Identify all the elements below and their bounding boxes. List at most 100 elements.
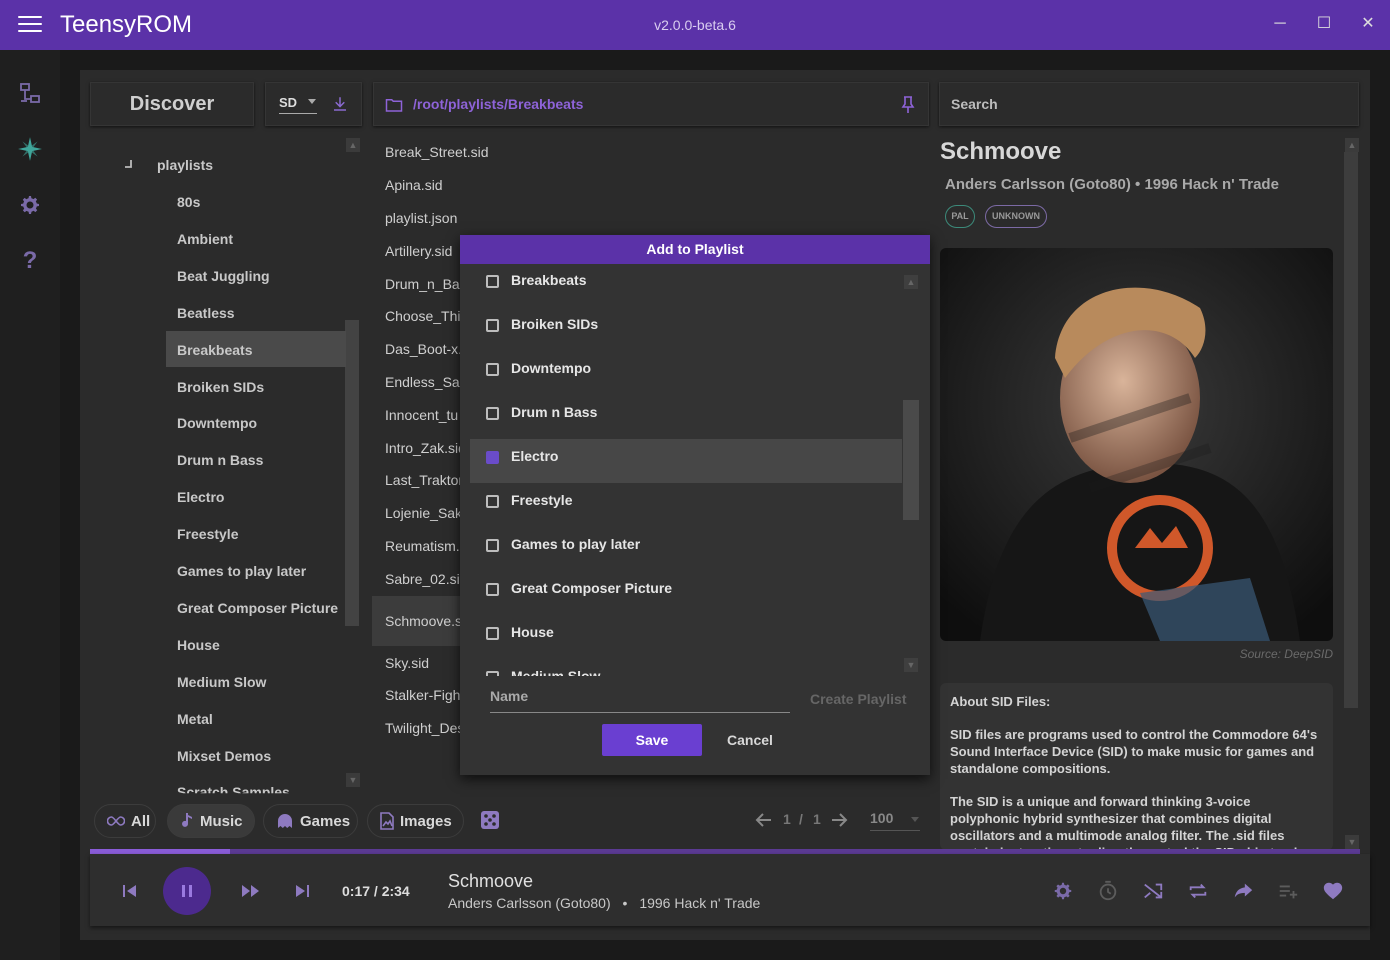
device-icon[interactable]	[16, 79, 44, 107]
pin-icon[interactable]	[901, 96, 915, 114]
tree-item[interactable]: Games to play later	[177, 563, 306, 579]
dialog-playlist-row[interactable]: Breakbeats	[470, 264, 902, 307]
next-page-icon[interactable]	[830, 811, 848, 829]
file-item[interactable]: Last_Traktor	[385, 472, 460, 488]
scroll-up-icon[interactable]: ▲	[346, 138, 360, 152]
checkbox-icon[interactable]	[486, 407, 499, 420]
tree-item[interactable]: Metal	[177, 711, 213, 727]
checkbox-icon[interactable]	[486, 627, 499, 640]
dialog-scroll-up-icon[interactable]: ▲	[904, 275, 918, 289]
skip-previous-icon[interactable]	[118, 880, 140, 902]
tree-item[interactable]: Mixset Demos	[177, 748, 271, 764]
dialog-playlist-row[interactable]: Freestyle	[470, 483, 902, 527]
repeat-icon[interactable]	[1187, 880, 1209, 902]
checkbox-icon[interactable]	[486, 583, 499, 596]
file-item[interactable]: Choose_This	[385, 308, 460, 324]
dialog-playlist-row[interactable]: Broiken SIDs	[470, 307, 902, 351]
info-scroll-thumb[interactable]	[1344, 152, 1358, 708]
prev-page-icon[interactable]	[755, 811, 773, 829]
file-item[interactable]: Innocent_tu	[385, 407, 460, 423]
tree-item[interactable]: House	[177, 637, 220, 653]
file-item[interactable]: Reumatism.	[385, 538, 460, 554]
checkbox-icon[interactable]	[486, 495, 499, 508]
timer-icon[interactable]	[1097, 880, 1119, 902]
file-item[interactable]: playlist.json	[385, 210, 457, 226]
file-item[interactable]: Apina.sid	[385, 177, 443, 193]
gear-icon[interactable]	[16, 191, 44, 219]
tree-item[interactable]: 80s	[177, 194, 200, 210]
info-scroll-up-icon[interactable]: ▲	[1345, 138, 1359, 152]
filter-games-button[interactable]: Games	[263, 804, 358, 838]
tree-item[interactable]: Broiken SIDs	[177, 379, 264, 395]
tree-item[interactable]: Beat Juggling	[177, 268, 270, 284]
file-item[interactable]: Intro_Zak.sid	[385, 440, 460, 456]
tree-scroll-thumb[interactable]	[345, 320, 359, 626]
add-to-queue-icon[interactable]	[1277, 880, 1299, 902]
file-item[interactable]: Break_Street.sid	[385, 144, 489, 160]
create-playlist-button[interactable]: Create Playlist	[810, 691, 907, 707]
file-item[interactable]: Das_Boot-x.	[385, 341, 460, 357]
close-icon[interactable]: ✕	[1358, 14, 1378, 34]
download-icon[interactable]	[331, 95, 349, 113]
checkbox-icon[interactable]	[486, 539, 499, 552]
checkbox-icon[interactable]	[486, 363, 499, 376]
collapse-icon[interactable]	[122, 158, 134, 170]
checkbox-icon[interactable]	[486, 319, 499, 332]
filter-music-button[interactable]: Music	[167, 804, 255, 838]
file-item[interactable]: Sabre_02.sid	[385, 571, 460, 587]
dialog-playlist-row[interactable]: House	[470, 615, 902, 659]
page-size-select[interactable]: 100	[870, 810, 893, 826]
filter-all-button[interactable]: All	[94, 804, 156, 838]
share-icon[interactable]	[1232, 880, 1254, 902]
scroll-down-icon[interactable]: ▼	[346, 773, 360, 787]
tree-item[interactable]: Freestyle	[177, 526, 238, 542]
random-dice-icon[interactable]	[480, 810, 500, 830]
dialog-playlist-row[interactable]: Drum n Bass	[470, 395, 902, 439]
dialog-playlist-row[interactable]: Great Composer Picture	[470, 571, 902, 615]
tree-item[interactable]: Breakbeats	[177, 342, 253, 358]
pause-button[interactable]	[163, 867, 211, 915]
dialog-scroll-down-icon[interactable]: ▼	[904, 658, 918, 672]
tree-item[interactable]: Ambient	[177, 231, 233, 247]
checkbox-icon[interactable]	[486, 451, 499, 464]
file-item[interactable]: Lojenie_Sak	[385, 505, 460, 521]
storage-select[interactable]: SD	[265, 82, 362, 126]
dialog-playlist-row[interactable]: Games to play later	[470, 527, 902, 571]
help-icon[interactable]: ?	[16, 247, 44, 275]
file-item[interactable]: Drum_n_Bass	[385, 276, 460, 292]
checkbox-icon[interactable]	[486, 275, 499, 288]
file-item[interactable]: Endless_San	[385, 374, 460, 390]
file-item[interactable]: Twilight_Des	[385, 720, 460, 736]
filter-images-button[interactable]: Images	[367, 804, 464, 838]
dialog-scroll-thumb[interactable]	[903, 400, 919, 520]
tree-item[interactable]: Drum n Bass	[177, 452, 263, 468]
info-scroll-down-icon[interactable]: ▼	[1345, 835, 1359, 849]
file-item[interactable]: Stalker-Fight	[385, 687, 460, 703]
favorite-heart-icon[interactable]	[1322, 880, 1344, 902]
file-item[interactable]: Artillery.sid	[385, 243, 460, 259]
dialog-playlist-row[interactable]: Downtempo	[470, 351, 902, 395]
file-item[interactable]: Sky.sid	[385, 655, 429, 671]
tree-item[interactable]: Downtempo	[177, 415, 257, 431]
cancel-button[interactable]: Cancel	[715, 724, 785, 756]
checkbox-icon[interactable]	[486, 671, 499, 676]
compass-icon[interactable]	[16, 135, 44, 163]
shuffle-icon[interactable]	[1142, 880, 1164, 902]
fast-forward-icon[interactable]	[239, 880, 261, 902]
tree-item[interactable]: Great Composer Picture	[177, 600, 338, 616]
tree-item[interactable]: Electro	[177, 489, 224, 505]
save-button[interactable]: Save	[602, 724, 702, 756]
playlist-name-input[interactable]: Name	[490, 688, 528, 704]
minimize-icon[interactable]: ─	[1270, 14, 1290, 34]
image-file-icon	[380, 812, 394, 830]
dialog-playlist-row[interactable]: Electro	[470, 439, 902, 483]
skip-next-icon[interactable]	[292, 880, 314, 902]
maximize-icon[interactable]: ☐	[1314, 14, 1334, 34]
dialog-playlist-row[interactable]: Medium Slow	[470, 659, 902, 676]
file-item[interactable]: Schmoove.s	[385, 613, 460, 629]
tree-item[interactable]: Medium Slow	[177, 674, 266, 690]
tree-root-playlists[interactable]: playlists	[157, 157, 213, 173]
search-input[interactable]: Search	[939, 82, 1359, 126]
player-settings-icon[interactable]	[1052, 880, 1074, 902]
tree-item[interactable]: Beatless	[177, 305, 235, 321]
